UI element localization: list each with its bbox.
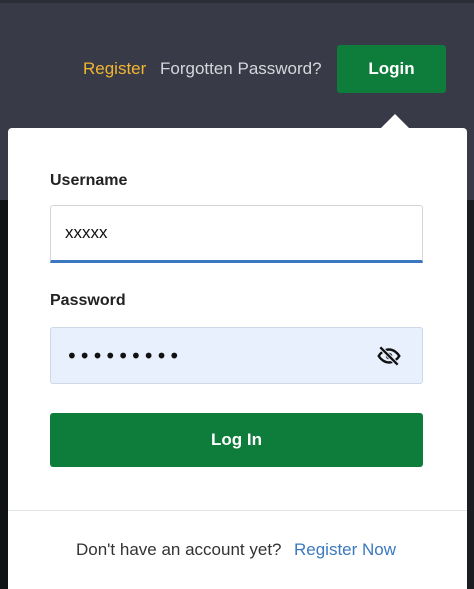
header-login-button[interactable]: Login (337, 45, 446, 93)
login-page: Register Forgotten Password? Login Usern… (0, 0, 474, 589)
password-field (50, 327, 423, 384)
background-shade (0, 200, 8, 589)
header-edge (0, 0, 474, 3)
dropdown-caret (380, 114, 410, 129)
register-now-link[interactable]: Register Now (294, 540, 396, 560)
password-input[interactable] (51, 328, 361, 383)
login-submit-button[interactable]: Log In (50, 413, 423, 467)
divider (8, 510, 467, 511)
eye-off-icon[interactable] (376, 343, 402, 369)
password-label: Password (50, 292, 126, 309)
forgot-password-link[interactable]: Forgotten Password? (160, 59, 322, 79)
username-label: Username (50, 172, 128, 189)
header-register-link[interactable]: Register (83, 59, 146, 79)
username-input[interactable] (50, 205, 423, 263)
no-account-prompt: Don't have an account yet? (76, 540, 282, 559)
